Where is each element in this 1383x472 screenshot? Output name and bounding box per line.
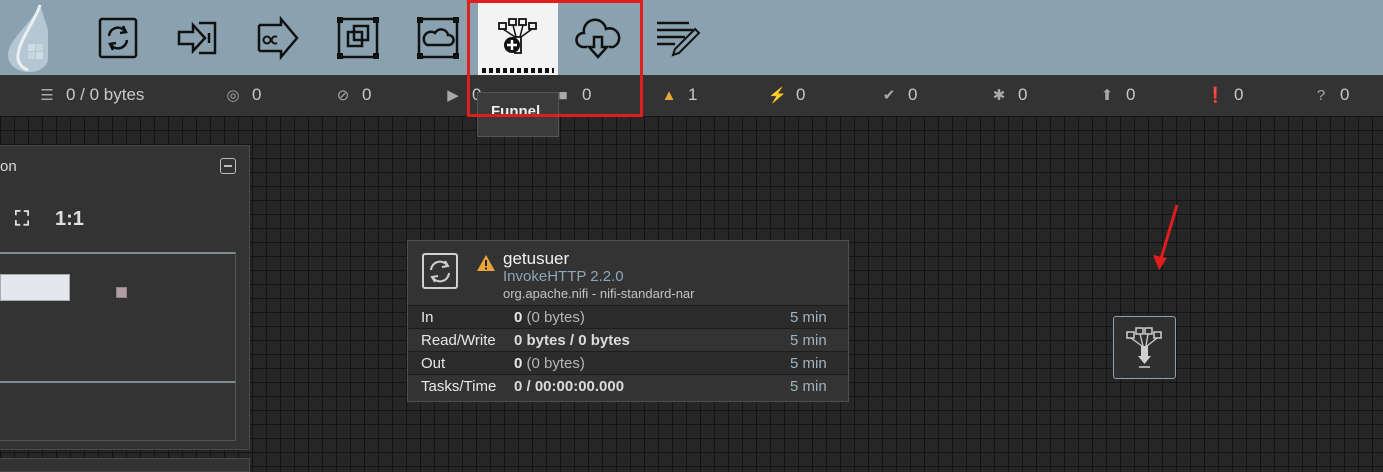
stat-row-out: Out 0 (0 bytes) 5 min (408, 351, 848, 374)
warning-icon: ▲ (661, 86, 677, 104)
play-icon: ▶ (447, 87, 459, 104)
not-transmitting-icon: ⊘ (336, 87, 350, 104)
add-label-button[interactable] (638, 0, 718, 75)
process-group-icon (337, 16, 379, 59)
funnel-component[interactable] (1113, 316, 1176, 379)
queued-stat: ☰ 0 / 0 bytes (38, 85, 144, 105)
nifi-logo-icon (8, 4, 48, 72)
actual-size-icon[interactable]: 1:1 (55, 208, 84, 231)
panel-input[interactable] (0, 274, 70, 301)
check-icon: ✔ (882, 87, 896, 104)
processor-stats: In 0 (0 bytes) 5 min Read/Write 0 bytes … (408, 305, 848, 397)
list-icon: ☰ (40, 87, 54, 104)
panel-bottom (0, 458, 250, 472)
operation-panel: on ⛶ 1:1 (0, 145, 250, 450)
processor-icon (98, 17, 138, 58)
panel-section (0, 252, 236, 382)
add-funnel-button[interactable] (478, 0, 558, 75)
status-bar: ☰0 / 0 bytes ◎0 ⊘0 ▶0 ■0 ▲1 ⚡0 ✔0 ✱0 ⬆0 … (0, 75, 1383, 116)
remote-process-group-icon (417, 16, 459, 59)
output-port-icon (257, 15, 299, 60)
cloud-download-icon (575, 18, 621, 59)
modified-and-stale-stat: ❗ 0 (1206, 85, 1244, 104)
fit-screen-icon[interactable]: ⛶ (15, 208, 29, 231)
transmitting-stat: ◎ 0 (224, 85, 261, 105)
processor-card[interactable]: getusuer InvokeHTTP 2.2.0 org.apache.nif… (407, 240, 849, 402)
add-output-port-button[interactable] (238, 0, 318, 75)
drag-handle-stripes (482, 68, 554, 73)
processor-icon (422, 253, 458, 289)
processor-type: InvokeHTTP 2.2.0 (503, 268, 624, 285)
stopped-stat: ■ 0 (554, 85, 591, 105)
funnel-icon (498, 17, 537, 54)
locally-modified-stat: ✱ 0 (990, 85, 1028, 105)
toolbar (0, 0, 1383, 75)
import-from-registry-button[interactable] (558, 0, 638, 75)
asterisk-icon: ✱ (992, 87, 1006, 104)
disabled-icon: ⚡ (768, 87, 787, 104)
label-icon (657, 21, 701, 57)
processor-bundle: org.apache.nifi - nifi-standard-nar (503, 286, 695, 301)
panel-title: on (0, 158, 17, 175)
add-remote-process-group-button[interactable] (398, 0, 478, 75)
arrow-circle-up-icon: ⬆ (1100, 87, 1114, 104)
red-arrow-annotation (1153, 204, 1179, 270)
panel-section-2 (0, 381, 236, 441)
question-icon: ? (1316, 86, 1326, 104)
collapse-icon[interactable] (220, 158, 236, 174)
input-port-icon (177, 21, 217, 54)
add-process-group-button[interactable] (318, 0, 398, 75)
add-processor-button[interactable] (78, 0, 158, 75)
funnel-tooltip: Funnel (477, 92, 559, 137)
stat-row-read-write: Read/Write 0 bytes / 0 bytes 5 min (408, 328, 848, 351)
stat-row-in: In 0 (0 bytes) 5 min (408, 305, 848, 328)
sync-failure-stat: ? 0 (1312, 85, 1350, 105)
stale-stat: ⬆ 0 (1098, 85, 1136, 105)
warning-icon[interactable] (476, 254, 496, 272)
invalid-stat: ▲ 1 (661, 85, 698, 104)
disabled-stat: ⚡ 0 (768, 85, 806, 104)
stat-row-tasks-time: Tasks/Time 0 / 00:00:00.000 5 min (408, 374, 848, 397)
funnel-icon (1125, 326, 1162, 368)
running-stat: ▶0 (444, 85, 481, 105)
up-to-date-stat: ✔ 0 (880, 85, 918, 105)
color-swatch[interactable] (116, 287, 127, 298)
add-input-port-button[interactable] (158, 0, 238, 75)
not-transmitting-stat: ⊘ 0 (334, 85, 372, 105)
exclamation-circle-icon: ❗ (1206, 87, 1225, 104)
transmitting-icon: ◎ (226, 87, 240, 104)
processor-name: getusuer (503, 249, 570, 268)
